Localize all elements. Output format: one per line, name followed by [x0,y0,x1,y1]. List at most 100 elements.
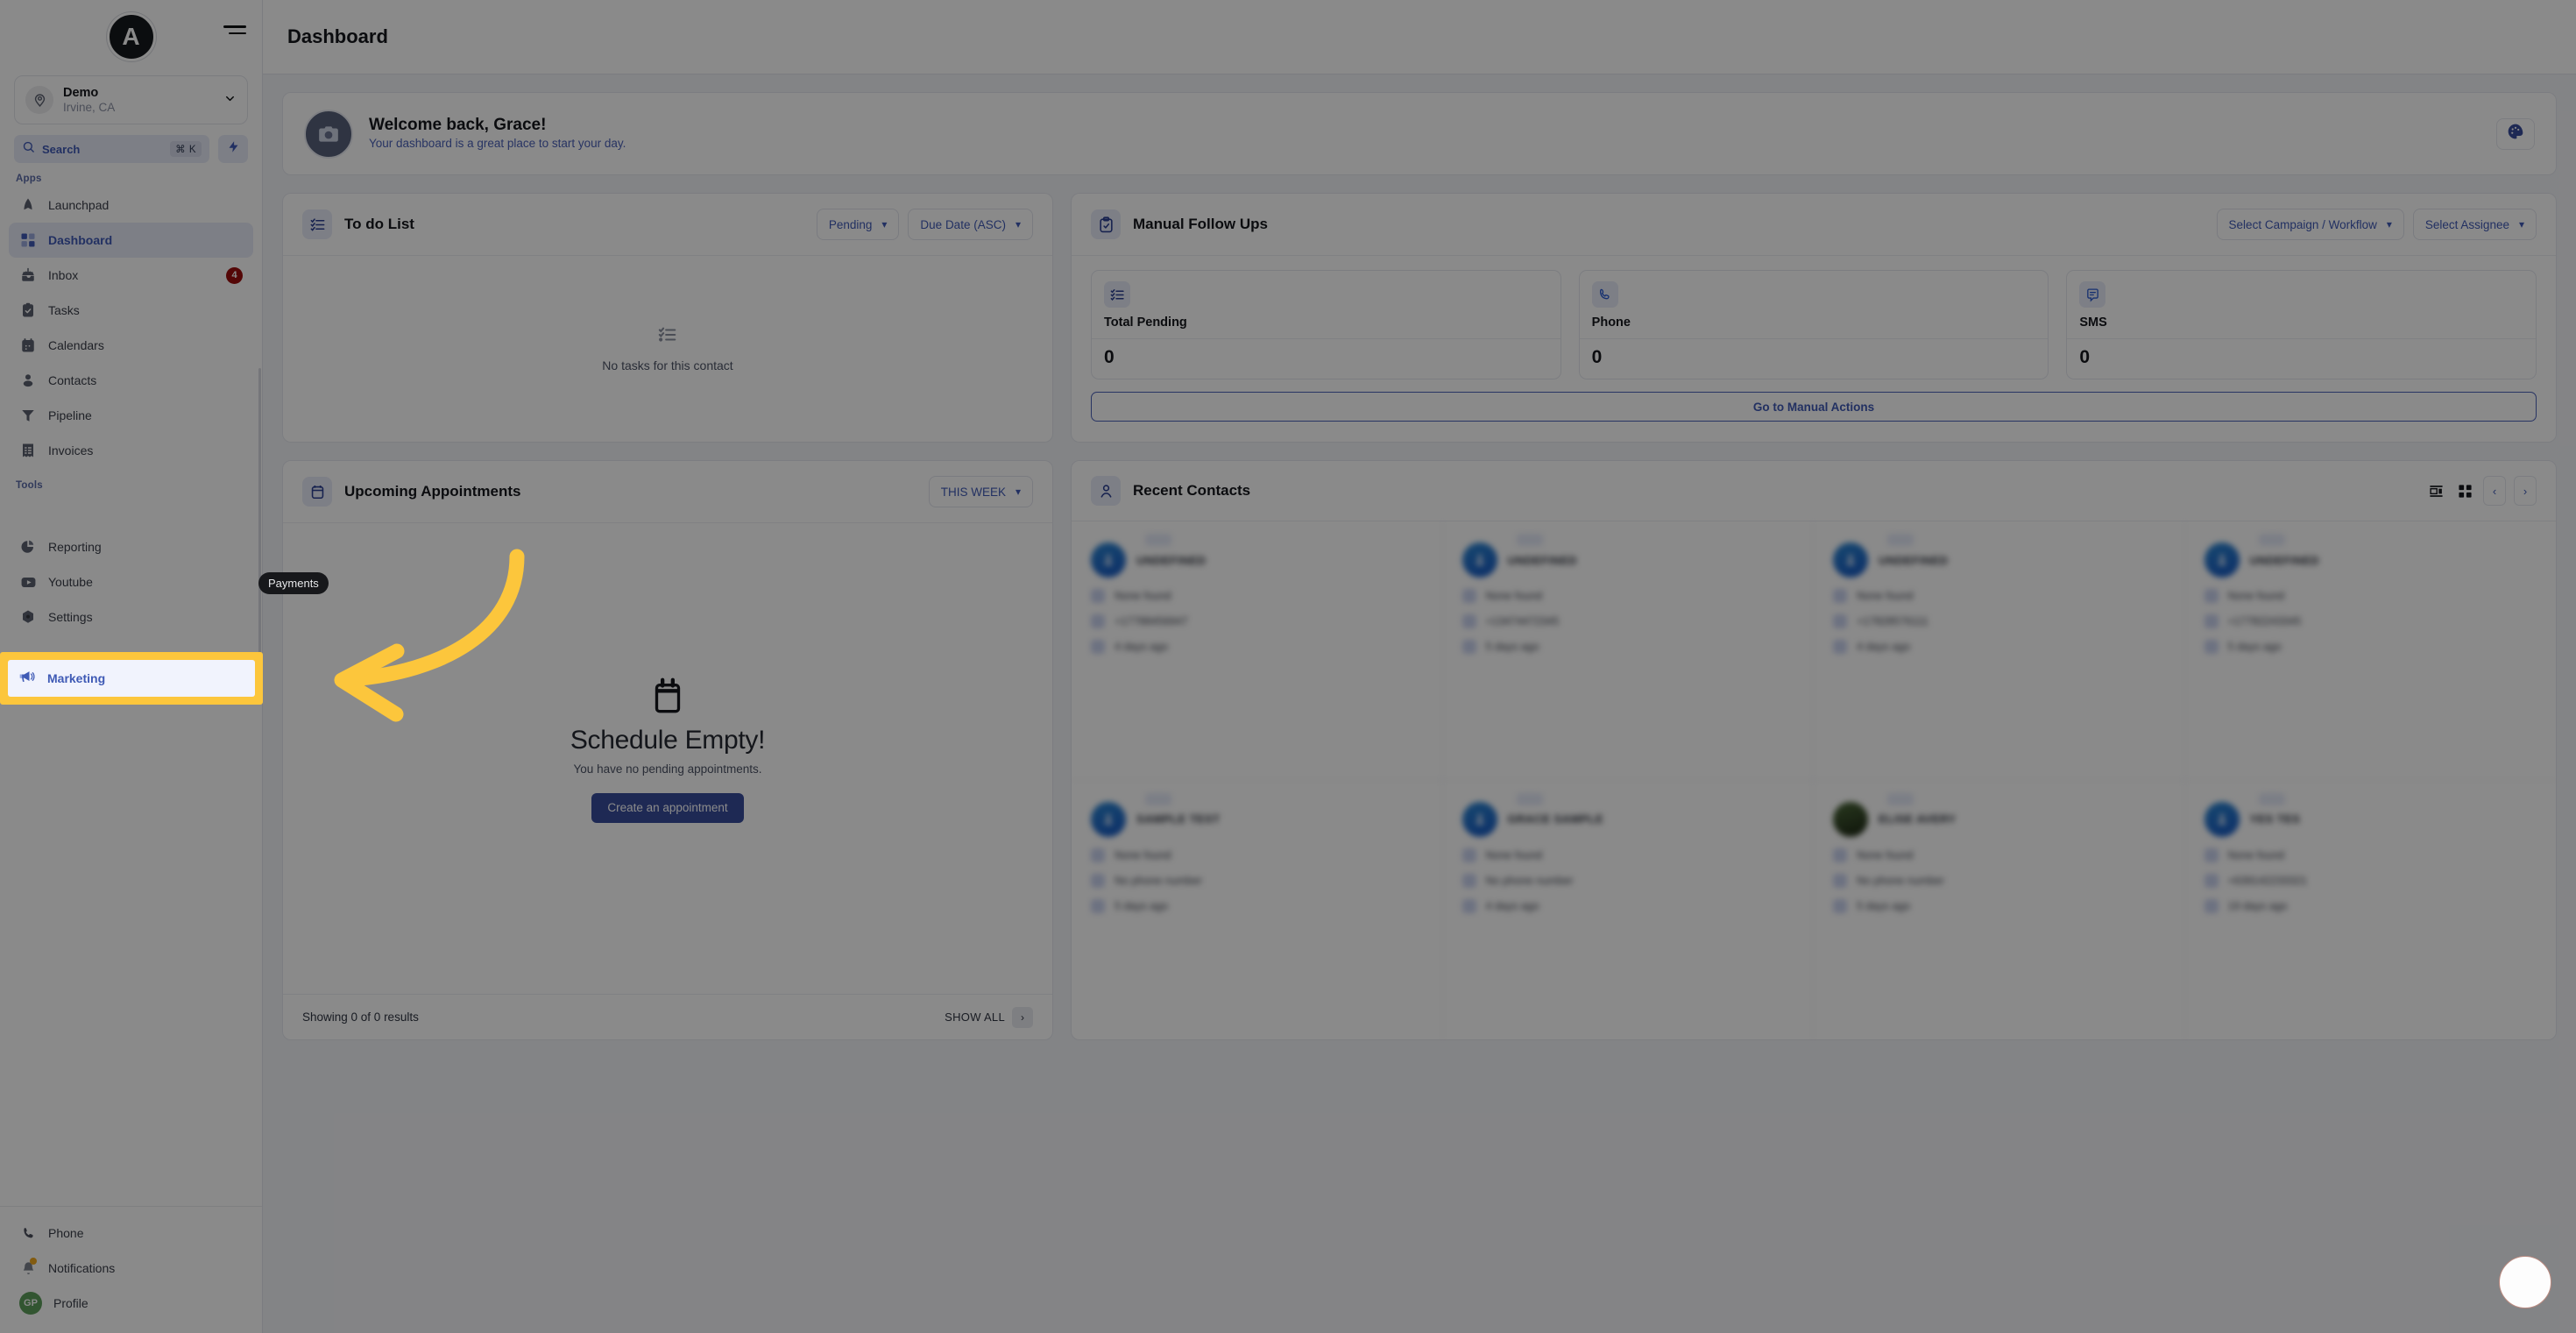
sidebar-item-phone[interactable]: Phone [9,1216,253,1251]
contact-card[interactable]: UNDEFINED None found +17828576111 4 days… [1814,521,2185,781]
theme-palette-button[interactable] [2496,117,2535,150]
contacts-icon [1091,476,1121,506]
search-input[interactable]: Search ⌘ K [14,135,209,163]
contact-phone: +639142233321 [2227,874,2308,887]
appointments-range-filter[interactable]: THIS WEEK ▾ [928,476,1033,507]
todo-sort-label: Due Date (ASC) [920,217,1006,231]
sidebar-item-label: Contacts [48,373,97,387]
launchpad-icon [19,196,37,214]
sidebar-collapse-icon[interactable] [223,21,246,39]
contact-card[interactable]: UNDEFINED None found +17788456947 4 days… [1072,521,1443,781]
show-all-appointments[interactable]: SHOW ALL › [945,1006,1033,1028]
sidebar-item-settings[interactable]: Settings [9,599,253,635]
contact-phone: +17828576111 [1857,615,1928,628]
contact-avatar-icon [2204,542,2240,578]
sidebar-item-reporting[interactable]: Reporting [9,529,253,564]
list-view-icon[interactable] [2425,480,2446,501]
follow-ups-header: Manual Follow Ups Select Campaign / Work… [1072,194,2556,256]
contact-tag-chip [1887,792,1914,805]
assignee-filter[interactable]: Select Assignee ▾ [2412,209,2537,240]
create-appointment-button[interactable]: Create an appointment [591,792,744,823]
sidebar-item-label: Settings [48,610,93,624]
mail-icon [1461,589,1476,603]
contact-ago: 5 days ago [2227,641,2282,653]
sidebar-item-tasks[interactable]: Tasks [9,293,253,328]
clock-icon [2204,898,2219,913]
phone-icon [1833,873,1847,888]
location-switcher[interactable]: Demo Irvine, CA [14,75,248,124]
contact-card[interactable]: YES TES None found +639142233321 19 days… [2185,781,2557,1040]
phone-icon [1091,873,1105,888]
sidebar-item-marketing[interactable]: Marketing [8,660,255,697]
search-row: Search ⌘ K [0,124,262,167]
mail-icon [1091,847,1105,862]
contact-email: None found [1857,848,1914,861]
contact-card[interactable]: UNDEFINED None found +13474472345 5 days… [1442,521,1814,781]
follow-ups-stats: Total Pending 0 Phone 0 SMS 0 [1091,270,2537,379]
sidebar-item-launchpad[interactable]: Launchpad [9,188,253,223]
contact-card[interactable]: UNDEFINED None found +17782243345 5 days… [2184,521,2556,781]
follow-ups-body: Total Pending 0 Phone 0 SMS 0 Go to Manu… [1072,256,2556,442]
search-placeholder: Search [42,142,81,156]
contact-card[interactable]: ELISE AVERY None found No phone number 5… [1814,780,2185,1039]
contacts-title: Recent Contacts [1133,482,1251,499]
sidebar-item-youtube[interactable]: Youtube [9,564,253,599]
contact-time-row: 19 days ago [2204,898,2537,913]
hamburger-line [229,32,246,34]
sidebar-scrollbar[interactable] [258,368,261,657]
contact-card-top: UNDEFINED [2204,542,2537,578]
stat-label: SMS [2079,316,2107,330]
contact-card[interactable]: SAMPLE TEST None found No phone number 5… [1072,780,1443,1039]
sidebar-item-calendars[interactable]: Calendars [9,328,253,363]
chat-widget-bubble[interactable] [2499,1256,2551,1308]
stat-value: 0 [1092,338,1560,379]
sidebar-item-profile[interactable]: GP Profile [9,1286,253,1321]
sidebar-item-notifications[interactable]: Notifications [9,1251,253,1286]
sidebar-item-invoices[interactable]: Invoices [9,433,253,468]
contacts-next-button[interactable]: › [2514,476,2537,506]
marketing-highlight: Marketing [0,652,265,705]
highlight-frame: Marketing [0,652,263,705]
sidebar-item-pipeline[interactable]: Pipeline [9,398,253,433]
camera-avatar-icon[interactable] [304,109,353,159]
sidebar-item-dashboard[interactable]: Dashboard [9,223,253,258]
location-text: Demo Irvine, CA [63,85,214,116]
contact-avatar-icon [1091,542,1126,578]
contact-card-top: ELISE AVERY [1833,801,2165,837]
todo-card: To do List Pending ▾ Due Date (ASC) ▾ No… [282,193,1053,443]
contact-time-row: 4 days ago [1833,640,2165,654]
payments-tooltip: Payments [258,572,329,594]
contact-tag-chip [1145,534,1171,546]
todo-status-filter[interactable]: Pending ▾ [816,209,900,240]
campaign-filter[interactable]: Select Campaign / Workflow ▾ [2216,209,2404,240]
todo-sort-filter[interactable]: Due Date (ASC) ▾ [908,209,1033,240]
stat-value: 0 [1579,338,2049,379]
nav-group-label-tools: Tools [16,480,43,491]
sidebar-item-contacts[interactable]: Contacts [9,363,253,398]
contact-card[interactable]: GRACE SAMPLE None found No phone number … [1443,780,1814,1039]
sms-icon [2079,281,2106,308]
sidebar-item-inbox[interactable]: Inbox 4 [9,258,253,293]
appointments-header: Upcoming Appointments THIS WEEK ▾ [283,461,1052,523]
contact-phone: +17788456947 [1115,615,1188,628]
contact-email-row: None found [1091,847,1423,862]
quick-actions-button[interactable] [218,135,248,163]
stat-label: Total Pending [1104,316,1187,330]
avatar: GP [19,1292,42,1315]
dashboard-content: Welcome back, Grace! Your dashboard is a… [263,74,2576,1333]
contact-time-row: 5 days ago [1091,898,1423,913]
contact-name: YES TES [2249,812,2301,826]
go-to-manual-actions-button[interactable]: Go to Manual Actions [1091,392,2537,422]
todo-card-title: To do List [344,216,414,232]
contacts-prev-button[interactable]: ‹ [2483,476,2506,506]
sidebar-item-label: Calendars [48,338,104,352]
sidebar-item-label: Youtube [48,575,93,589]
dashboard-row-1: To do List Pending ▾ Due Date (ASC) ▾ No… [282,193,2557,443]
reporting-icon [19,538,37,556]
grid-view-icon[interactable] [2454,480,2475,501]
chevron-down-icon: ▾ [1015,218,1021,230]
campaign-filter-label: Select Campaign / Workflow [2228,217,2377,231]
contact-email: None found [2227,590,2285,602]
contact-email: None found [2227,848,2285,861]
app-logo[interactable]: A [106,12,156,61]
